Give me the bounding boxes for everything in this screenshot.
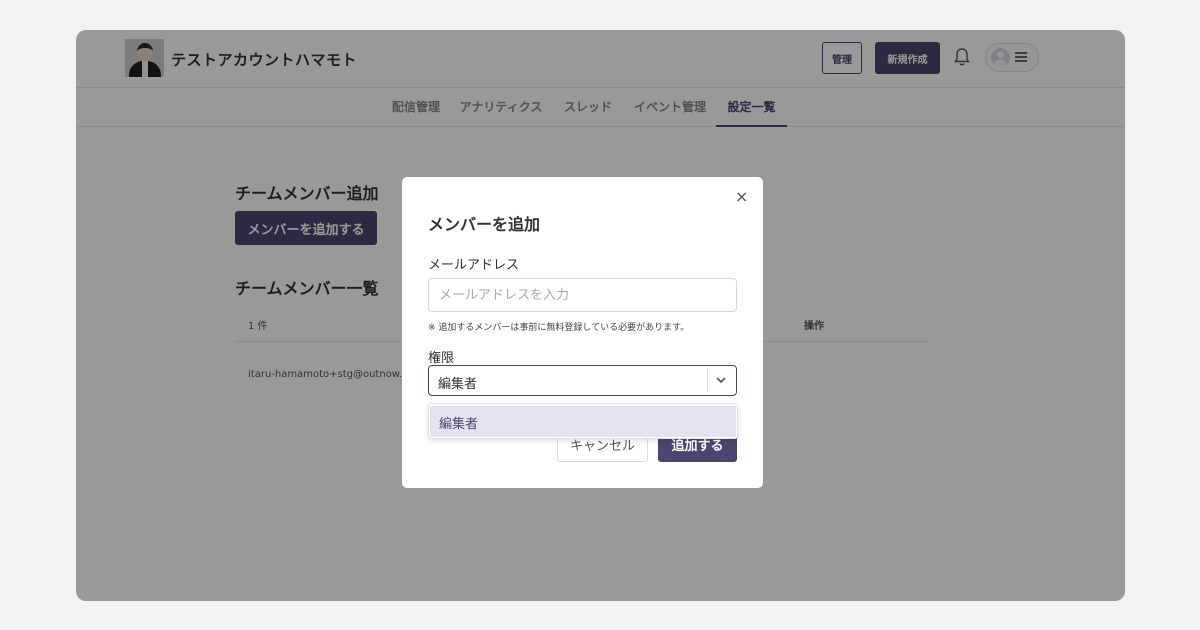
- modal-title: メンバーを追加: [428, 215, 541, 234]
- role-dropdown: 編集者: [428, 403, 738, 439]
- role-selected-value: 編集者: [438, 377, 478, 392]
- role-option-editor[interactable]: 編集者: [430, 406, 736, 437]
- close-icon[interactable]: ×: [735, 187, 748, 206]
- role-label: 権限: [428, 351, 455, 366]
- role-select[interactable]: 編集者: [428, 365, 737, 396]
- add-member-modal: × メンバーを追加 メールアドレス ※ 追加するメンバーは事前に無料登録している…: [402, 177, 763, 488]
- email-input[interactable]: [428, 278, 737, 312]
- email-label: メールアドレス: [428, 258, 520, 273]
- select-divider: [707, 369, 708, 392]
- chevron-down-icon[interactable]: [715, 374, 727, 386]
- registration-note: ※ 追加するメンバーは事前に無料登録している必要があります。: [428, 323, 690, 333]
